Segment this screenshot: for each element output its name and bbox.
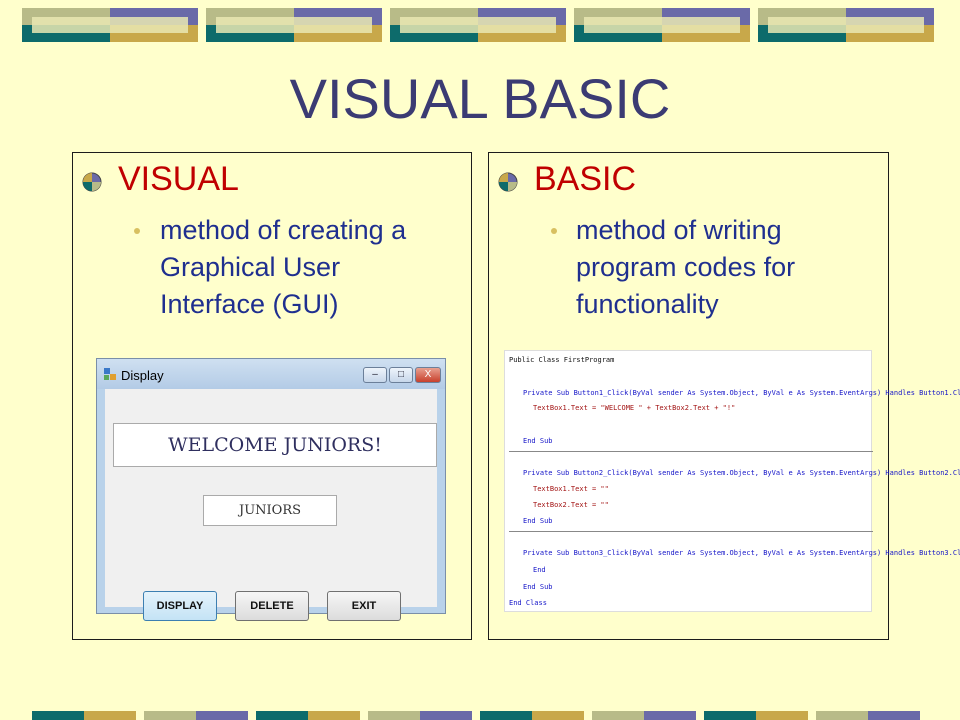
app-icon [104,368,116,380]
visual-heading: VISUAL [118,160,239,198]
pie-bullet-icon [498,172,518,192]
decor-tile [22,8,198,42]
visual-description-line: Graphical User [160,252,341,282]
window-client-area: WELCOME JUNIORS! JUNIORS DISPLAY DELETE … [105,389,437,621]
bullet-dot [134,228,140,234]
maximize-button[interactable]: □ [389,367,413,383]
decor-tile [758,8,934,42]
minimize-button[interactable]: – [363,367,387,383]
close-button[interactable]: X [415,367,441,383]
decor-tile [390,8,566,42]
code-line: Private Sub Button1_Click(ByVal sender A… [523,389,960,397]
display-button[interactable]: DISPLAY [143,591,217,621]
window-titlebar: Display – □ X [97,359,445,389]
bullet-dot [551,228,557,234]
welcome-textbox[interactable]: WELCOME JUNIORS! [113,423,437,467]
decor-tile [206,8,382,42]
code-line: Public Class FirstProgram [509,356,615,364]
code-line: End Sub [523,437,553,445]
code-line: Private Sub Button2_Click(ByVal sender A… [523,469,960,477]
code-line: TextBox1.Text = "WELCOME " + TextBox2.Te… [533,404,736,412]
visual-description: method of creating a Graphical User Inte… [160,212,406,323]
code-line: End Class [509,599,547,607]
code-line: End Sub [523,517,553,525]
visual-description-line: method of creating a [160,215,407,245]
code-line: End [533,566,546,574]
window-title: Display [121,368,164,383]
code-line: TextBox2.Text = "" [533,501,609,509]
delete-button[interactable]: DELETE [235,591,309,621]
exit-button[interactable]: EXIT [327,591,401,621]
basic-description-line: program codes for [576,252,796,282]
code-line: Private Sub Button3_Click(ByVal sender A… [523,549,960,557]
code-line: TextBox1.Text = "" [533,485,609,493]
basic-description-line: method of writing [576,215,782,245]
display-window-screenshot: Display – □ X WELCOME JUNIORS! JUNIORS D… [96,358,446,621]
basic-description: method of writing program codes for func… [576,212,795,323]
basic-description-line: functionality [576,289,719,319]
slide-title: VISUAL BASIC [289,67,671,130]
code-line: End Sub [523,583,553,591]
name-textbox[interactable]: JUNIORS [203,495,337,526]
decor-tile [574,8,750,42]
visual-description-line: Interface (GUI) [160,289,339,319]
basic-heading: BASIC [534,160,637,198]
pie-bullet-icon [82,172,102,192]
code-screenshot: Public Class FirstProgram Private Sub Bu… [504,350,960,612]
